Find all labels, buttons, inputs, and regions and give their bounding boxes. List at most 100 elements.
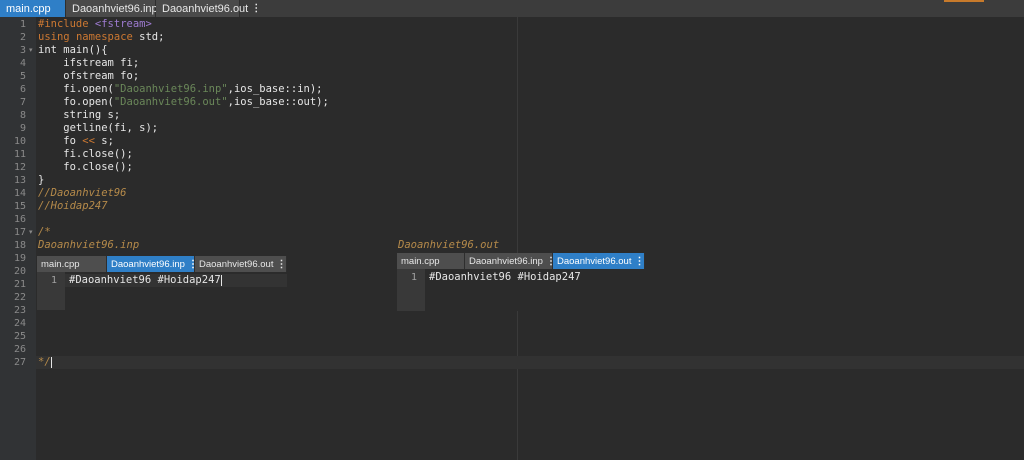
comment-open: /* <box>38 226 51 238</box>
code-line: ifstream fi; <box>38 57 140 69</box>
line-number: 1 <box>19 19 26 30</box>
editor-tab-bar: main.cpp Daoanhviet96.inp ⋮ Daoanhviet96… <box>0 0 1024 17</box>
line-number: 8 <box>19 110 26 121</box>
line-number: 20 <box>13 266 26 277</box>
progress-strip <box>944 0 984 2</box>
tab-label: Daoanhviet96.out <box>199 258 274 270</box>
line-number: 27 <box>13 357 26 368</box>
file-content-text: #Daoanhviet96 #Hoidap247 <box>69 274 221 286</box>
namespace-keyword: namespace <box>75 31 133 43</box>
tab-label: Daoanhviet96.inp <box>111 258 185 270</box>
tab-label: Daoanhviet96.out <box>557 255 632 267</box>
text-cursor <box>220 274 222 286</box>
more-vert-icon: ⋮ <box>634 255 645 267</box>
line-number: 14 <box>13 188 26 199</box>
tab-label: Daoanhviet96.inp <box>469 255 543 267</box>
mini-tab-bar: main.cpp Daoanhviet96.inp ⋮ Daoanhviet96.… <box>397 253 645 269</box>
mini-tab-out: Daoanhviet96.out ⋮ <box>553 253 645 269</box>
file-content: #Daoanhviet96 #Hoidap247 <box>429 271 581 283</box>
comment-out-filename: Daoanhviet96.out <box>398 239 500 251</box>
line-number: 12 <box>13 162 26 173</box>
code-text: fo.open( <box>38 96 114 108</box>
more-vert-icon[interactable]: ⋮ <box>251 3 261 14</box>
code-line: ofstream fo; <box>38 70 140 82</box>
comment-close-text: */ <box>38 356 51 368</box>
code-text: ,ios_base::in); <box>227 83 323 95</box>
code-line: fi.close(); <box>38 148 133 160</box>
line-number: 1 <box>50 275 57 286</box>
code-line: string s; <box>38 109 121 121</box>
fold-arrow-icon[interactable]: ▾ <box>29 44 33 57</box>
line-number-gutter: 1 2 3 ▾ 4 5 6 7 8 9 10 11 12 13 14 15 16… <box>0 17 36 460</box>
code-text: s; <box>94 135 114 147</box>
code-editor[interactable]: #include <fstream> using namespace std; … <box>36 17 1024 460</box>
code-line: int main(){ <box>38 44 108 56</box>
code-line: getline(fi, s); <box>38 122 159 134</box>
line-number: 9 <box>19 123 26 134</box>
mini-tab-inp: Daoanhviet96.inp ⋮ <box>465 253 556 269</box>
line-number: 7 <box>19 97 26 108</box>
code-text: fo <box>38 135 83 147</box>
code-line: fo << s; <box>38 135 114 148</box>
comment-line: //Daoanhviet96 <box>38 187 127 199</box>
code-text: ,ios_base::out); <box>227 96 329 108</box>
code-line: using namespace std; <box>38 31 164 44</box>
line-number: 11 <box>13 149 26 160</box>
mini-tab-bar: main.cpp Daoanhviet96.inp ⋮ Daoanhviet96.… <box>37 256 287 272</box>
tab-daoanhviet96-inp[interactable]: Daoanhviet96.inp ⋮ <box>66 0 171 17</box>
string-literal: "Daoanhviet96.inp" <box>113 83 228 95</box>
line-number: 22 <box>13 292 26 303</box>
line-number: 18 <box>13 240 26 251</box>
line-number: 25 <box>13 331 26 342</box>
tab-label: main.cpp <box>401 255 440 267</box>
using-keyword: using <box>38 31 70 43</box>
code-line: #include <fstream> <box>38 18 152 31</box>
mini-editor-body: 1 #Daoanhviet96 #Hoidap247 <box>37 272 287 310</box>
line-number: 2 <box>19 32 26 43</box>
comment-line: //Hoidap247 <box>38 200 108 212</box>
code-line: fo.open("Daoanhviet96.out",ios_base::out… <box>38 96 329 109</box>
line-number: 26 <box>13 344 26 355</box>
mini-tab-main-cpp: main.cpp <box>397 253 465 269</box>
code-line: } <box>38 174 45 186</box>
tab-label: main.cpp <box>6 2 51 15</box>
mini-tab-inp: Daoanhviet96.inp ⋮ <box>107 256 198 272</box>
tab-label: Daoanhviet96.out <box>162 2 249 15</box>
line-number: 3 <box>19 45 26 56</box>
stream-operator: << <box>82 135 95 147</box>
line-number: 10 <box>13 136 26 147</box>
tab-daoanhviet96-out[interactable]: Daoanhviet96.out ⋮ <box>156 0 261 17</box>
include-header: <fstream> <box>94 18 152 30</box>
line-number: 4 <box>19 58 26 69</box>
line-number: 19 <box>13 253 26 264</box>
line-number: 24 <box>13 318 26 329</box>
mini-gutter: 1 <box>37 272 65 310</box>
line-number: 1 <box>410 272 417 283</box>
comment-inp-filename: Daoanhviet96.inp <box>38 239 140 251</box>
code-text: std; <box>132 31 165 43</box>
code-line: fi.open("Daoanhviet96.inp",ios_base::in)… <box>38 83 322 96</box>
line-number: 5 <box>19 71 26 82</box>
fold-arrow-icon[interactable]: ▾ <box>29 226 33 239</box>
line-number: 16 <box>13 214 26 225</box>
out-file-preview: main.cpp Daoanhviet96.inp ⋮ Daoanhviet96.… <box>397 253 645 311</box>
include-keyword: #include <box>38 18 89 30</box>
line-number: 21 <box>13 279 26 290</box>
more-vert-icon: ⋮ <box>276 258 287 270</box>
tab-label: Daoanhviet96.inp <box>72 2 158 15</box>
line-number: 15 <box>13 201 26 212</box>
mini-gutter: 1 <box>397 269 425 311</box>
tab-main-cpp[interactable]: main.cpp <box>0 0 66 17</box>
inp-file-preview: main.cpp Daoanhviet96.inp ⋮ Daoanhviet96.… <box>37 256 287 310</box>
string-literal: "Daoanhviet96.out" <box>113 96 228 108</box>
code-line: fo.close(); <box>38 161 133 173</box>
text-cursor <box>50 356 52 368</box>
line-number: 23 <box>13 305 26 316</box>
line-number: 6 <box>19 84 26 95</box>
line-number: 13 <box>13 175 26 186</box>
tab-label: main.cpp <box>41 258 80 270</box>
mini-tab-out: Daoanhviet96.out ⋮ <box>195 256 287 272</box>
code-text: fi.open( <box>38 83 114 95</box>
comment-close: */ <box>38 356 52 369</box>
line-number: 17 <box>13 227 26 238</box>
